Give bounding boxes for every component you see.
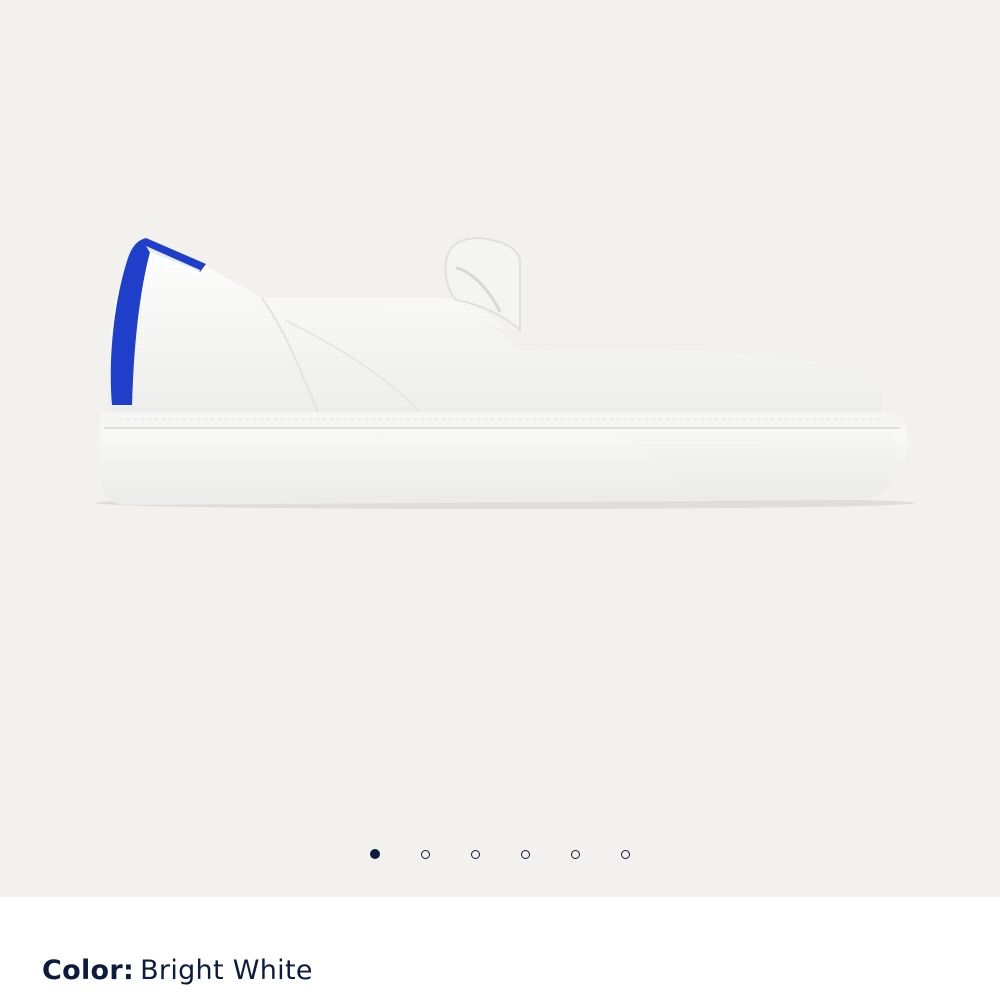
carousel-dot-5[interactable] (571, 849, 580, 859)
product-image (95, 236, 915, 509)
color-value: Bright White (140, 955, 313, 986)
color-label: Color: (42, 955, 135, 986)
carousel-dot-1[interactable] (370, 849, 380, 859)
carousel-dot-2[interactable] (421, 849, 430, 859)
product-info: Color: Bright White (0, 897, 1000, 1000)
color-selection-text: Color: Bright White (42, 955, 313, 986)
carousel-dot-3[interactable] (471, 849, 480, 859)
product-gallery[interactable] (0, 0, 1000, 897)
carousel-dot-6[interactable] (621, 849, 630, 859)
carousel-dots (0, 844, 1000, 864)
carousel-dot-4[interactable] (521, 849, 530, 859)
